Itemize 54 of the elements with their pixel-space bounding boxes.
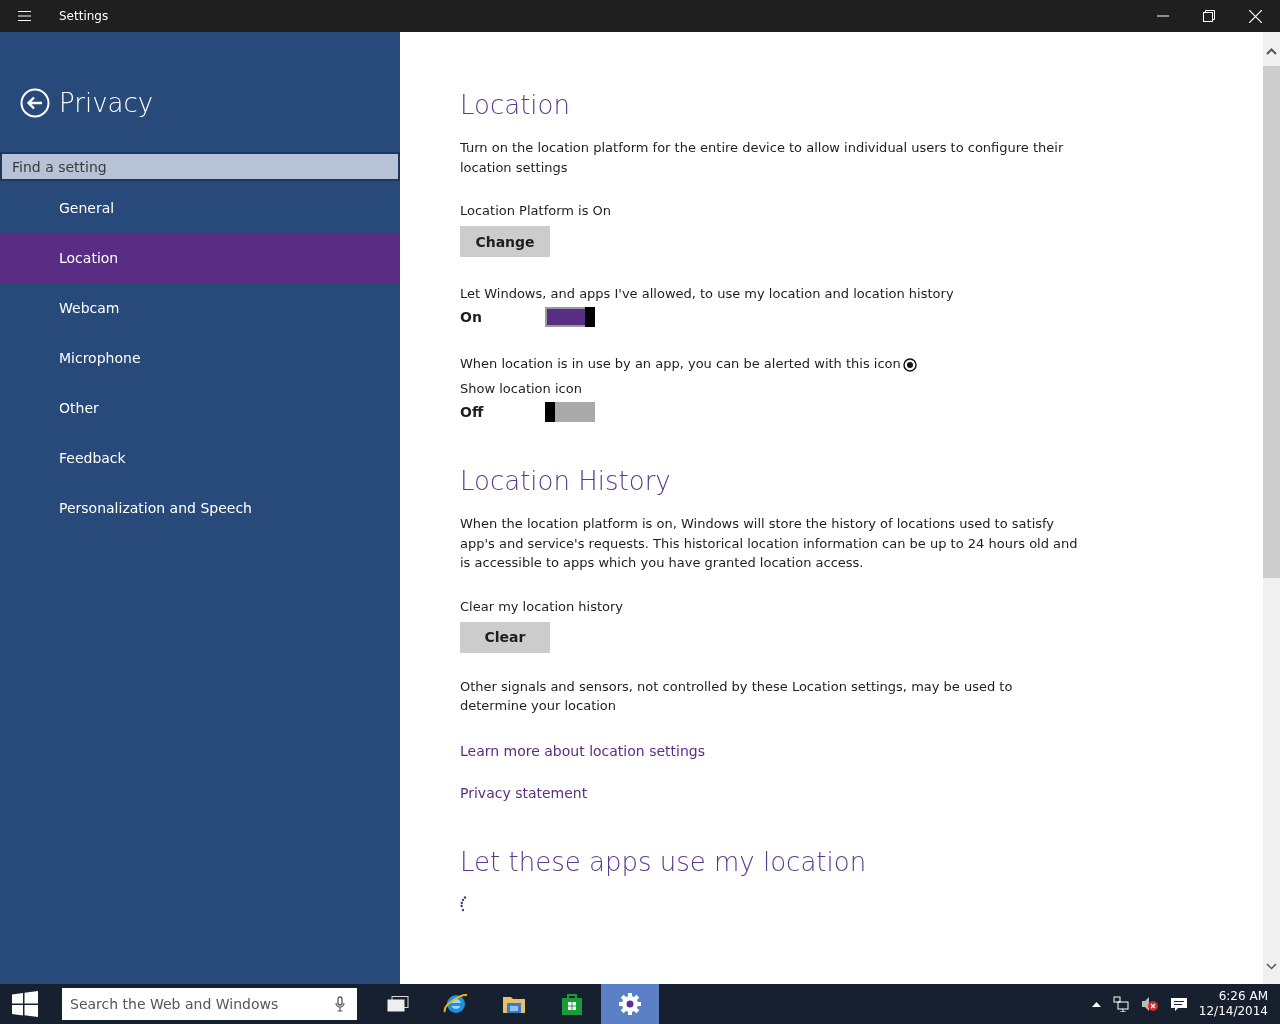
section-heading: Location History [460, 465, 672, 498]
description-text: Other signals and sensors, not controlled by these Location settings, may be used to determine your location [460, 677, 1014, 715]
scroll-up-icon[interactable] [1266, 48, 1277, 55]
nav-item[interactable]: Microphone [0, 333, 400, 383]
nav-item[interactable]: Personalization and Speech [0, 483, 400, 533]
search-field[interactable]: Find a setting [0, 152, 400, 181]
setting-label: Let Windows, and apps I've allowed, to use my location and location history [460, 285, 955, 303]
network-icon[interactable] [1112, 996, 1129, 1012]
globe-icon [443, 992, 469, 1016]
nav-item[interactable]: Feedback [0, 433, 400, 483]
nav-item[interactable]: General [0, 183, 400, 233]
notifications-icon[interactable] [1170, 997, 1187, 1011]
time: 6:26 AM [1218, 989, 1268, 1004]
toggle-state: Off [460, 404, 485, 420]
gear-icon [618, 992, 642, 1016]
volume-muted-icon[interactable] [1140, 996, 1159, 1012]
folder-icon [502, 994, 526, 1014]
show-hidden-icons-icon[interactable] [1091, 1001, 1101, 1007]
toggle-switch[interactable] [545, 402, 595, 422]
task-view-icon [387, 996, 409, 1012]
shopping-bag-icon [561, 992, 583, 1016]
setting-label: Show location icon [460, 380, 583, 398]
clock[interactable]: 6:26 AM 12/14/2014 [1198, 989, 1268, 1019]
action-button[interactable]: Change [460, 226, 550, 257]
section-heading: Location [460, 89, 571, 122]
scroll-thumb[interactable] [1263, 66, 1280, 578]
window-title: Settings [59, 9, 109, 23]
nav-item[interactable]: Location [0, 233, 400, 283]
scroll-down-icon[interactable] [1266, 963, 1277, 970]
date: 12/14/2014 [1198, 1004, 1268, 1019]
loading-spinner-icon [460, 895, 467, 912]
back-icon[interactable] [20, 88, 50, 118]
scrollbar[interactable] [1263, 32, 1280, 984]
taskbar-search-field[interactable]: Search the Web and Windows [62, 988, 357, 1020]
close-icon[interactable] [1249, 9, 1262, 23]
menu-icon[interactable] [18, 11, 31, 21]
location-indicator-icon [902, 358, 917, 372]
setting-label: When location is in use by an app, you can be alerted with this icon [460, 355, 901, 373]
action-button[interactable]: Clear [460, 621, 550, 653]
link[interactable]: Privacy statement [460, 784, 588, 801]
toggle-switch[interactable] [545, 307, 595, 327]
setting-label: Location Platform is On [460, 202, 613, 220]
link[interactable]: Learn more about location settings [460, 742, 705, 759]
description-text: When the location platform is on, Windows will store the history of locations used to satisfy app's and service's requests. This historical location information can be up to 24 hours old and is accessible to apps which you have granted location access. [460, 515, 1079, 572]
microphone-icon[interactable] [335, 996, 345, 1012]
page-title: Privacy [59, 88, 154, 118]
toggle-state: On [460, 309, 483, 325]
setting-label: Clear my location history [460, 597, 625, 616]
section-heading: Let these apps use my location [460, 845, 868, 879]
nav-item[interactable]: Webcam [0, 283, 400, 333]
restore-icon[interactable] [1203, 10, 1215, 22]
description-text: Turn on the location platform for the entire device to allow individual users to configure their location settings [460, 139, 1065, 177]
nav-item[interactable]: Other [0, 383, 400, 433]
windows-logo-icon [12, 991, 38, 1017]
